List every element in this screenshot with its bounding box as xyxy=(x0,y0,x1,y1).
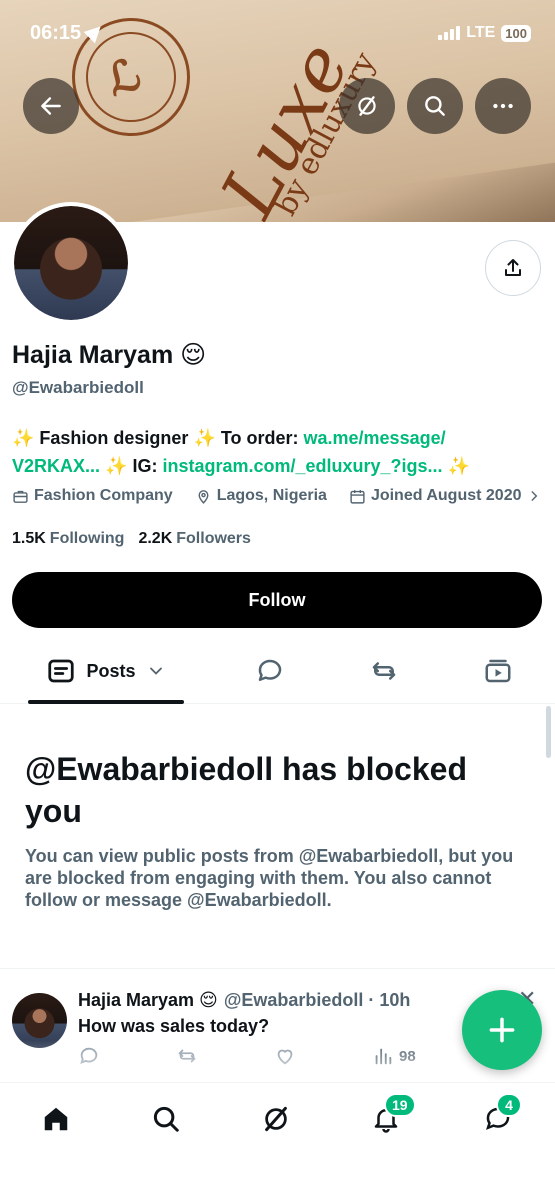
compose-button[interactable] xyxy=(462,990,542,1070)
reply-bubble-icon xyxy=(258,659,282,681)
bio-text-ig: ✨ IG: xyxy=(100,456,163,476)
calendar-icon xyxy=(350,489,365,504)
share-icon xyxy=(505,259,521,276)
followers-link[interactable]: 2.2K Followers xyxy=(138,530,250,548)
grok-icon xyxy=(265,1106,287,1132)
location-arrow-icon xyxy=(83,20,107,44)
avatar-photo xyxy=(14,206,128,320)
plus-icon xyxy=(489,1017,515,1043)
tab-media[interactable] xyxy=(476,640,520,702)
status-indicators: LTE 100 xyxy=(438,24,531,42)
battery-icon: 100 xyxy=(501,24,531,42)
profile-avatar[interactable] xyxy=(10,202,132,324)
chevron-right-icon xyxy=(531,491,537,501)
back-button[interactable] xyxy=(23,78,79,134)
views-button[interactable]: 98 xyxy=(372,1045,416,1067)
signal-icon xyxy=(438,26,461,40)
share-button[interactable] xyxy=(485,240,541,296)
bio-link-whatsapp[interactable]: wa.me/message/ xyxy=(304,428,446,448)
post-author-name[interactable]: Hajia Maryam 😌 xyxy=(78,990,218,1010)
nav-notifications[interactable]: 19 xyxy=(366,1093,416,1139)
home-icon xyxy=(44,1107,68,1131)
post-views-count: 98 xyxy=(399,1047,416,1065)
status-bar: 06:15 LTE 100 xyxy=(0,0,555,70)
reply-icon xyxy=(80,1047,98,1064)
tab-posts-label: Posts xyxy=(86,660,136,681)
more-button[interactable] xyxy=(475,78,531,134)
post-header: Hajia Maryam 😌 @Ewabarbiedoll · 10h xyxy=(78,990,410,1011)
profile-category: Fashion Company xyxy=(12,487,173,505)
posts-icon xyxy=(48,659,75,683)
status-time: 06:15 xyxy=(30,20,107,45)
repost-icon xyxy=(372,662,396,680)
scrollbar[interactable] xyxy=(546,706,551,758)
profile-display-name: Hajia Maryam 😌 xyxy=(12,341,207,369)
profile-stats: 1.5K Following 2.2K Followers xyxy=(12,530,251,548)
profile-tabs: Posts xyxy=(0,640,555,704)
heart-icon xyxy=(277,1049,293,1065)
search-icon xyxy=(425,96,445,116)
search-icon xyxy=(153,1106,179,1132)
nav-messages[interactable]: 4 xyxy=(478,1093,522,1139)
profile-meta: Fashion Company Lagos, Nigeria Joined Au… xyxy=(12,487,541,505)
bio-text: ✨ Fashion designer ✨ To order: xyxy=(12,428,304,448)
repost-icon xyxy=(178,1049,196,1063)
follow-button[interactable]: Follow xyxy=(12,572,542,628)
messages-badge: 4 xyxy=(496,1093,522,1117)
post-handle-time: @Ewabarbiedoll · 10h xyxy=(223,990,411,1010)
grok-button[interactable] xyxy=(339,78,395,134)
more-icon xyxy=(493,103,513,109)
repost-button[interactable] xyxy=(176,1045,198,1067)
search-button[interactable] xyxy=(407,78,463,134)
media-icon xyxy=(485,659,511,683)
grok-icon xyxy=(358,96,376,116)
divider xyxy=(0,968,555,969)
following-link[interactable]: 1.5K Following xyxy=(12,530,124,548)
post-actions: 98 xyxy=(78,1045,438,1075)
network-label: LTE xyxy=(466,24,496,41)
profile-bio: ✨ Fashion designer ✨ To order: wa.me/mes… xyxy=(12,424,532,480)
profile-location: Lagos, Nigeria xyxy=(195,487,327,505)
bio-text-end: ✨ xyxy=(442,456,470,476)
arrow-left-icon xyxy=(41,97,61,115)
profile-joined[interactable]: Joined August 2020 xyxy=(349,487,541,505)
profile-handle: @Ewabarbiedoll xyxy=(12,378,144,397)
tab-reposts[interactable] xyxy=(362,640,406,702)
notifications-badge: 19 xyxy=(384,1093,416,1117)
views-icon xyxy=(375,1048,392,1065)
bottom-nav: 19 4 xyxy=(0,1082,555,1200)
tab-posts[interactable]: Posts xyxy=(28,640,184,704)
tab-replies[interactable] xyxy=(248,640,292,702)
briefcase-icon xyxy=(13,490,28,503)
post-avatar[interactable] xyxy=(12,993,67,1048)
reply-button[interactable] xyxy=(78,1045,100,1067)
bio-link-whatsapp-cont[interactable]: V2RKAX... xyxy=(12,456,100,476)
blocked-title: @Ewabarbiedoll has blocked you xyxy=(25,751,467,829)
blocked-description: You can view public posts from @Ewabarbi… xyxy=(25,846,514,910)
nav-home[interactable] xyxy=(36,1099,76,1139)
chevron-down-icon xyxy=(149,667,162,675)
bio-link-instagram[interactable]: instagram.com/_edluxury_?igs... xyxy=(162,456,442,476)
like-button[interactable] xyxy=(274,1045,296,1067)
nav-grok[interactable] xyxy=(256,1099,296,1139)
location-pin-icon xyxy=(198,489,209,504)
post-text: How was sales today? xyxy=(78,1016,270,1036)
nav-search[interactable] xyxy=(146,1099,186,1139)
